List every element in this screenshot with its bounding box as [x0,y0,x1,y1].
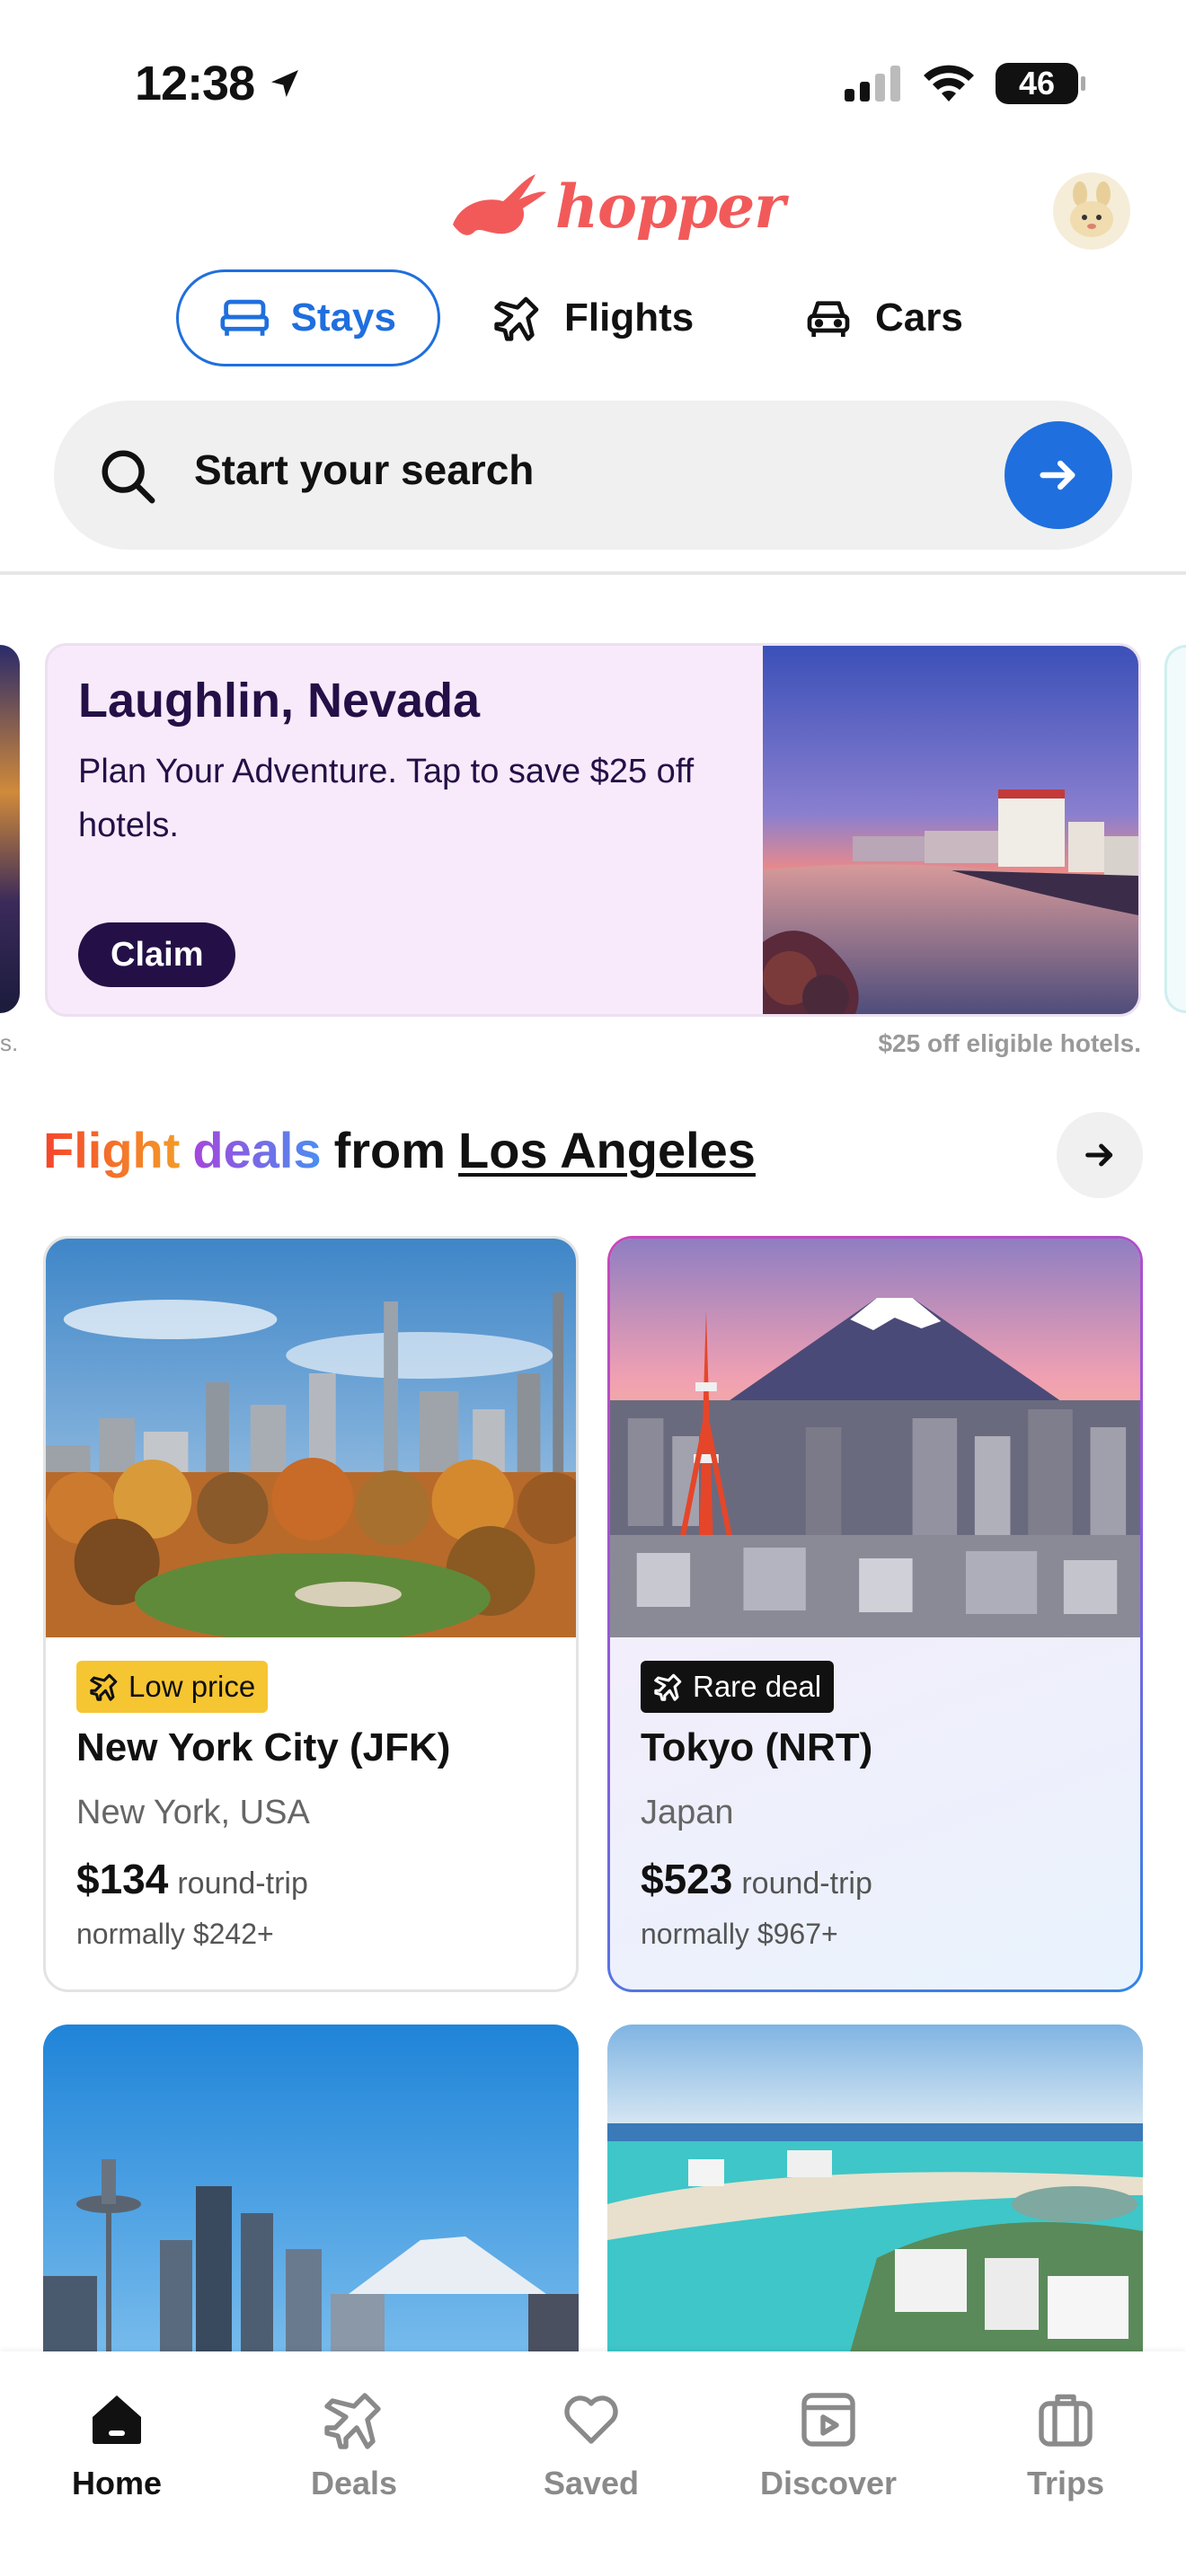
status-icons: 46 [845,63,1085,104]
destination-title: Tokyo (NRT) [641,1725,873,1769]
price-value: $134 [76,1856,169,1902]
deal-card-tokyo[interactable]: Rare deal Tokyo (NRT) Japan $523 round-t… [607,1236,1143,1992]
heading-word-from: from [333,1122,447,1178]
category-tabs: Stays Flights Cars [0,269,1186,368]
see-all-deals-button[interactable] [1057,1112,1143,1198]
tab-stays[interactable]: Stays [176,269,440,366]
destination-subtitle: Japan [641,1794,734,1831]
suitcase-icon [1039,2394,1093,2447]
tab-cars-label: Cars [875,296,963,340]
promo-description: Plan Your Adventure. Tap to save $25 off… [78,753,695,844]
heading-word-deals: deals [192,1122,322,1178]
price-unit: round-trip [177,1866,308,1901]
deal-card-cancun[interactable] [607,2025,1143,2384]
laughlin-river-image [763,646,1138,1014]
clock-text: 12:38 [135,57,255,110]
search-icon [102,450,155,504]
normal-price: normally $967+ [641,1918,838,1950]
badge-label: Rare deal [693,1670,822,1703]
cellular-signal-icon [845,66,900,101]
arrow-right-icon [1040,460,1075,490]
nav-trips[interactable]: Trips [976,2387,1155,2502]
bottom-navigation: Home Deals Saved Discover Trips [0,2351,1186,2576]
previous-promo-footnote: s. [0,1029,19,1056]
destination-title: New York City (JFK) [76,1725,451,1769]
tab-stays-label: Stays [290,296,396,340]
promo-card-next[interactable] [1164,645,1186,1013]
car-icon [807,301,850,337]
avatar[interactable] [1053,172,1130,250]
promo-card[interactable]: Laughlin, Nevada Plan Your Adventure. Ta… [45,643,1141,1017]
price-row: $523 round-trip [641,1855,872,1903]
nav-deals-label: Deals [310,2465,398,2501]
home-icon [93,2395,141,2444]
status-bar: 12:38 46 [0,0,1186,171]
tab-flights-label: Flights [564,296,695,340]
claim-button[interactable]: Claim [78,922,236,987]
nav-discover[interactable]: Discover [739,2387,918,2502]
tab-flights[interactable]: Flights [492,269,694,366]
plane-icon [654,1673,682,1701]
seattle-skyline-image [43,2025,579,2384]
destination-subtitle: New York, USA [76,1794,310,1831]
status-time: 12:38 [135,56,303,111]
heading-word-flight: Flight [43,1122,181,1178]
location-arrow-icon [271,70,299,97]
price-value: $523 [641,1856,733,1902]
bunny-avatar-icon [1070,181,1113,237]
normal-price: normally $242+ [76,1918,274,1950]
promo-card-previous[interactable] [0,645,20,1013]
cancun-beach-image [607,2025,1143,2384]
promo-title: Laughlin, Nevada [78,674,481,728]
plane-icon [90,1673,118,1701]
promo-footnote: $25 off eligible hotels. [878,1029,1141,1057]
deal-card-nyc[interactable]: Low price New York City (JFK) New York, … [43,1236,579,1992]
nav-saved-label: Saved [543,2465,640,2501]
price-unit: round-trip [741,1866,872,1901]
price-row: $134 round-trip [76,1855,308,1903]
search-submit-button[interactable] [1005,421,1112,529]
hopper-logo: hopper [447,169,785,244]
search-input[interactable] [194,446,913,494]
play-icon [801,2393,855,2447]
search-bar[interactable] [54,401,1132,550]
nav-home[interactable]: Home [27,2387,207,2502]
nav-home-label: Home [71,2465,163,2501]
battery-indicator: 46 [996,63,1085,104]
bunny-logo-icon [453,174,546,235]
low-price-badge: Low price [76,1661,269,1713]
plane-icon [324,2393,381,2449]
origin-city-link[interactable]: Los Angeles [458,1121,756,1179]
rare-deal-badge: Rare deal [641,1661,835,1713]
nav-discover-label: Discover [759,2465,898,2501]
heart-icon [564,2395,618,2444]
bed-icon [220,299,270,336]
badge-label: Low price [128,1670,256,1703]
section-divider [0,571,1186,575]
logo-text: hopper [555,172,785,242]
deal-card-seattle[interactable] [43,2025,579,2384]
flight-deals-heading: Flight deals from Los Angeles [43,1121,756,1179]
tab-cars[interactable]: Cars [803,269,963,366]
tokyo-fuji-image [610,1239,1140,1637]
nav-deals[interactable]: Deals [264,2387,444,2502]
arrow-right-icon [1085,1143,1113,1167]
plane-icon [494,296,539,341]
nav-trips-label: Trips [1026,2465,1105,2501]
new-york-skyline-image [46,1239,576,1637]
nav-saved[interactable]: Saved [501,2387,681,2502]
wifi-icon [924,65,974,101]
battery-level: 46 [1018,65,1056,101]
